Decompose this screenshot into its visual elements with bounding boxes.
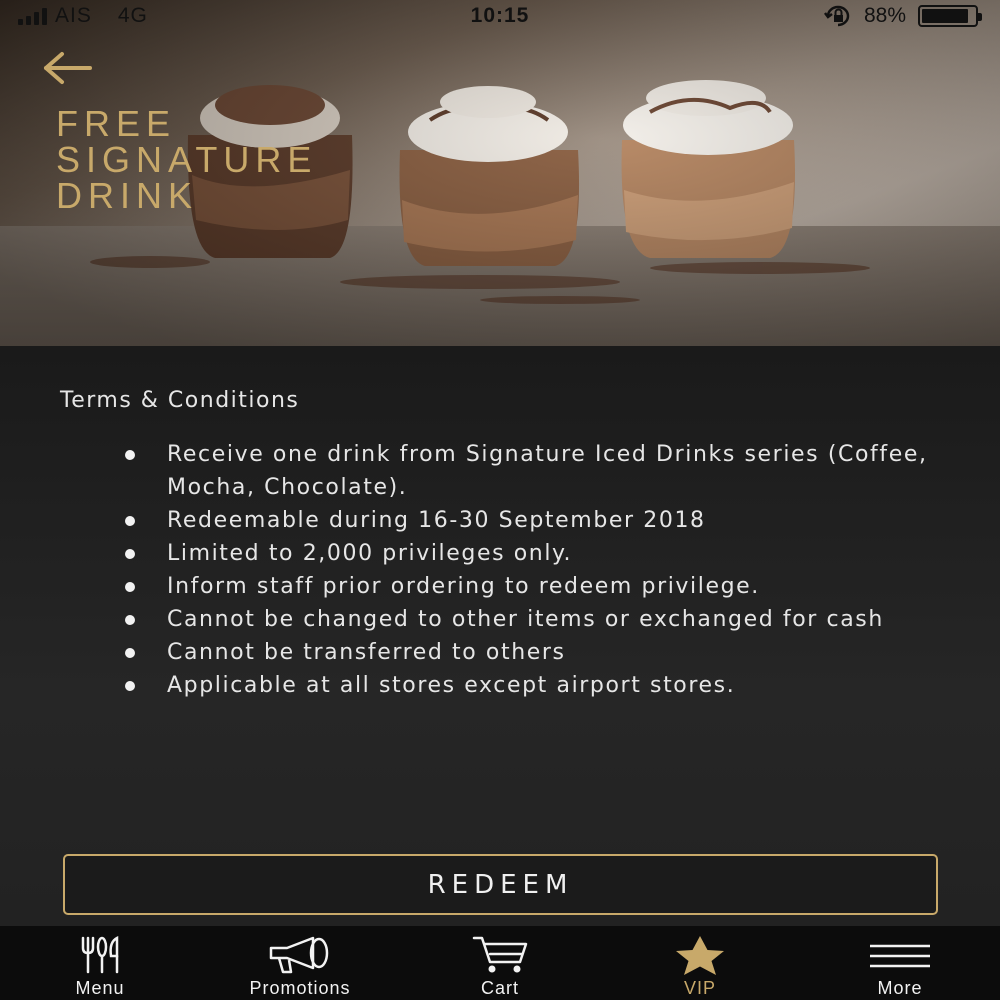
redeem-button-label: REDEEM <box>427 869 574 900</box>
bottom-tab-bar: Menu Promotions Cart VIP More <box>0 926 1000 1000</box>
title-line: DRINK <box>56 175 199 216</box>
title-line: FREE <box>56 103 177 144</box>
terms-list: Receive one drink from Signature Iced Dr… <box>120 438 940 702</box>
arrow-left-icon <box>44 52 92 84</box>
hamburger-icon <box>870 944 930 968</box>
tab-label: Menu <box>75 978 125 998</box>
terms-item: Inform staff prior ordering to redeem pr… <box>120 570 940 603</box>
battery-percent: 88% <box>863 4 906 27</box>
tab-vip[interactable]: VIP <box>600 926 800 1000</box>
tab-label: Promotions <box>249 978 351 998</box>
terms-item: Cannot be changed to other items or exch… <box>120 603 940 636</box>
terms-item: Limited to 2,000 privileges only. <box>120 537 940 570</box>
terms-heading: Terms & Conditions <box>60 388 300 413</box>
terms-item: Cannot be transferred to others <box>120 636 940 669</box>
fork-knife-icon <box>81 935 119 974</box>
tab-label: VIP <box>683 978 716 998</box>
battery-level-fill <box>922 9 968 23</box>
hero-image: FREE SIGNATURE DRINK <box>0 0 1000 346</box>
terms-item: Redeemable during 16-30 September 2018 <box>120 504 940 537</box>
tab-promotions[interactable]: Promotions <box>200 926 400 1000</box>
rotation-lock-icon <box>823 5 850 27</box>
terms-item: Receive one drink from Signature Iced Dr… <box>120 438 940 504</box>
battery-icon <box>918 5 982 27</box>
tab-label: Cart <box>480 978 519 998</box>
title-line: SIGNATURE <box>56 139 318 180</box>
redeem-button[interactable]: REDEEM <box>63 854 938 915</box>
terms-item: Applicable at all stores except airport … <box>120 669 940 702</box>
status-bar: AIS 4G 10:15 88% <box>0 0 1000 32</box>
tab-label: More <box>877 978 923 998</box>
star-icon <box>676 936 724 975</box>
page-title: FREE SIGNATURE DRINK <box>56 106 317 214</box>
tab-cart[interactable]: Cart <box>400 926 600 1000</box>
cart-icon <box>472 936 528 973</box>
megaphone-icon <box>269 936 329 974</box>
tab-menu[interactable]: Menu <box>0 926 200 1000</box>
tab-more[interactable]: More <box>800 926 1000 1000</box>
terms-panel: Terms & Conditions Receive one drink fro… <box>0 346 1000 926</box>
back-button[interactable] <box>40 48 100 88</box>
